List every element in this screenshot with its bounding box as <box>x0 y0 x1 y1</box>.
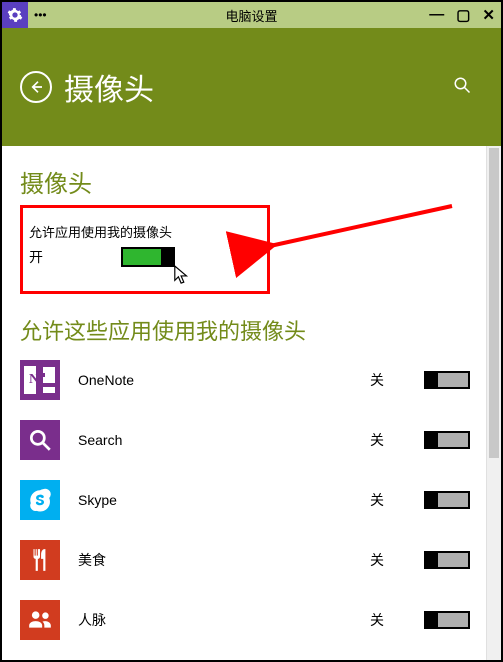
skype-icon <box>20 480 60 520</box>
app-name: Skype <box>78 492 370 508</box>
allow-apps-label: 允许应用使用我的摄像头 <box>29 222 255 241</box>
scrollbar[interactable] <box>486 146 501 660</box>
cursor-icon <box>173 264 191 291</box>
app-toggle-state: 关 <box>370 430 420 450</box>
app-name: 人脉 <box>78 610 370 630</box>
page-header: 摄像头 <box>2 28 501 146</box>
search-button[interactable] <box>453 76 471 99</box>
app-row-onenote: N OneNote 关 <box>20 360 470 400</box>
app-toggle-state: 关 <box>370 370 420 390</box>
arrow-left-icon <box>28 79 44 95</box>
menu-dots[interactable]: ••• <box>34 8 47 22</box>
app-row-food: 美食 关 <box>20 540 470 580</box>
back-button[interactable] <box>20 71 52 103</box>
master-toggle-state: 开 <box>29 247 43 267</box>
page-title: 摄像头 <box>64 65 154 109</box>
scrollbar-thumb[interactable] <box>489 148 499 458</box>
app-name: 美食 <box>78 550 370 570</box>
food-icon <box>20 540 60 580</box>
main-content: 摄像头 允许应用使用我的摄像头 开 允许这些应用使用我的摄像头 N OneNot… <box>2 146 486 660</box>
gear-icon <box>7 7 23 23</box>
app-list: N OneNote 关 Search 关 Skype 关 <box>20 360 470 660</box>
master-toggle[interactable] <box>121 247 175 267</box>
app-toggle[interactable] <box>424 491 470 509</box>
app-toggle[interactable] <box>424 551 470 569</box>
app-icon <box>2 2 28 28</box>
section-heading-apps: 允许这些应用使用我的摄像头 <box>20 314 470 346</box>
app-toggle[interactable] <box>424 431 470 449</box>
app-toggle-state: 关 <box>370 610 420 630</box>
app-row-skype: Skype 关 <box>20 480 470 520</box>
maximize-button[interactable]: ▢ <box>456 6 470 24</box>
highlight-box: 允许应用使用我的摄像头 开 <box>20 205 270 294</box>
onenote-icon: N <box>20 360 60 400</box>
search-app-icon <box>20 420 60 460</box>
minimize-button[interactable]: — <box>429 6 444 24</box>
app-row-search: Search 关 <box>20 420 470 460</box>
people-icon <box>20 600 60 640</box>
window-title: 电脑设置 <box>2 6 501 25</box>
app-toggle-state: 关 <box>370 490 420 510</box>
app-toggle[interactable] <box>424 611 470 629</box>
search-icon <box>453 76 471 94</box>
section-heading-camera: 摄像头 <box>20 164 470 199</box>
title-bar: ••• 电脑设置 — ▢ ✕ <box>2 2 501 28</box>
close-button[interactable]: ✕ <box>482 6 495 24</box>
app-toggle[interactable] <box>424 371 470 389</box>
app-row-people: 人脉 关 <box>20 600 470 640</box>
app-name: OneNote <box>78 372 370 388</box>
app-name: Search <box>78 432 370 448</box>
app-toggle-state: 关 <box>370 550 420 570</box>
